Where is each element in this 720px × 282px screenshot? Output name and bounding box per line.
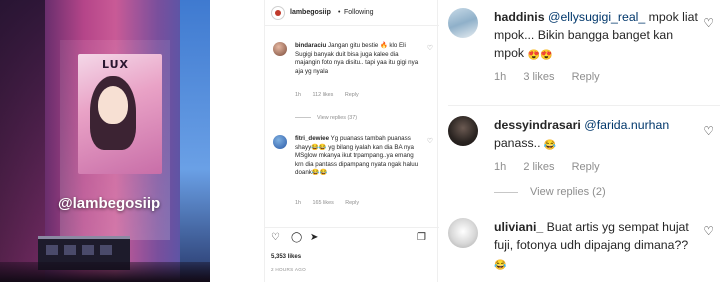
view-replies-button[interactable]: View replies (37) [295,115,357,121]
reply-button[interactable]: Reply [345,92,359,98]
comment-meta: 1h 3 likes Reply [494,71,600,83]
comment-meta: 1h 165 likes Reply [295,200,369,206]
post-comment: bindaraciu Jangan gitu bestie 🔥 klo Eli … [273,42,433,122]
comment-item: dessyindrasari @farida.nurhan panass.. 😂… [448,116,720,204]
billboard-face [98,86,128,124]
comment-time: 1h [494,71,507,83]
heart-icon[interactable]: ♡ [703,224,714,238]
comment-divider [448,105,720,106]
billboard-brand: LUX [102,58,130,71]
commenter-avatar[interactable] [273,42,287,56]
header-separator: • [338,9,341,16]
comment-likes[interactable]: 112 likes [313,92,334,98]
comment-emoji: 😍😍 [527,50,553,61]
post-header: lambegosiip • Following [265,0,439,26]
comment-item: uliviani_ Buat artis yg sempat hujat fuj… [448,218,720,278]
commenter-avatar[interactable] [273,135,287,149]
poster-avatar[interactable] [271,6,285,20]
comment-emoji: 😂 [543,140,557,151]
comment-icon[interactable]: ◯ [291,233,302,243]
comment-likes[interactable]: 165 likes [313,200,334,206]
photo-crowd [0,262,210,282]
save-icon[interactable]: ❐ [417,233,426,243]
comment-time: 1h [295,92,301,98]
commenter-avatar[interactable] [448,116,478,146]
comment-item: haddinis @ellysugigi_real_ mpok liat mpo… [448,8,720,90]
follow-status-button[interactable]: Following [344,9,374,16]
comment-meta: 1h 2 likes Reply [494,161,600,173]
heart-icon[interactable]: ♡ [703,124,714,138]
comment-time: 1h [494,161,507,173]
comment-username[interactable]: haddinis [494,10,545,24]
post-panel: lambegosiip • Following bindaraciu Janga… [264,0,439,282]
comment-meta: 1h 112 likes Reply [295,92,369,98]
comment-likes[interactable]: 2 likes [523,161,554,173]
photo-light-right [180,0,210,282]
heart-icon[interactable]: ♡ [703,16,714,30]
comment-username[interactable]: bindaraciu [295,42,326,49]
comment-text: panass.. [494,136,541,150]
reply-button[interactable]: Reply [572,71,600,83]
share-icon[interactable]: ➤ [310,233,318,243]
comment-username[interactable]: uliviani_ [494,220,543,234]
commenter-avatar[interactable] [448,218,478,248]
heart-icon[interactable]: ♡ [427,44,433,52]
post-comment: fitri_dewiee Yg puanass tambah puanass s… [273,135,433,215]
post-actions-bar: ♡ ◯ ➤ ❐ [265,227,439,245]
billboard-screen: LUX [78,54,162,174]
photo-watermark: @lambegosiip [58,195,161,212]
poster-username[interactable]: lambegosiip [290,9,331,16]
heart-icon[interactable]: ♡ [427,137,433,145]
comment-time: 1h [295,200,301,206]
comment-username[interactable]: fitri_dewiee [295,135,329,142]
comment-emoji: 😂 [494,260,507,271]
reply-button[interactable]: Reply [572,161,600,173]
post-timestamp: 2 HOURS AGO [271,267,306,272]
reply-button[interactable]: Reply [345,200,359,206]
comment-mention[interactable]: @ellysugigi_real_ [548,10,645,24]
post-photo: LUX @lambegosiip [0,0,210,282]
heart-icon[interactable]: ♡ [271,233,280,243]
comment-mention[interactable]: @farida.nurhan [584,118,669,132]
comment-username[interactable]: dessyindrasari [494,118,581,132]
commenter-avatar[interactable] [448,8,478,38]
view-replies-button[interactable]: View replies (2) [494,186,606,198]
likes-count[interactable]: 5,353 likes [271,254,301,260]
comment-likes[interactable]: 3 likes [523,71,554,83]
